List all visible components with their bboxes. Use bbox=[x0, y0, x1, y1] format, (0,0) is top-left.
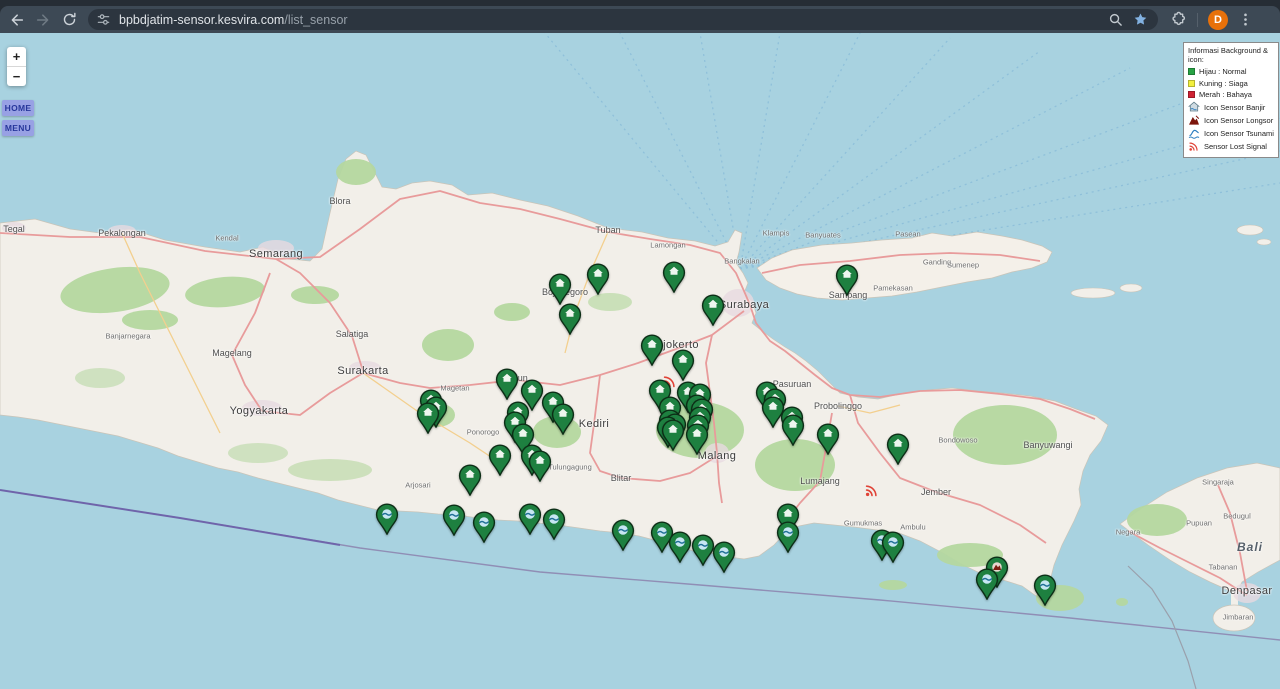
back-button[interactable] bbox=[4, 7, 30, 33]
small-islands bbox=[1071, 225, 1271, 298]
sensor-marker-tsunami[interactable] bbox=[442, 504, 466, 536]
sensor-marker-banjir[interactable] bbox=[458, 464, 482, 496]
zoom-in-button[interactable]: + bbox=[7, 47, 26, 66]
tsunami-icon bbox=[1188, 127, 1200, 139]
map-zoom-control: + − bbox=[7, 47, 26, 86]
longsor-icon bbox=[1188, 114, 1200, 126]
sensor-lost-signal-marker[interactable] bbox=[864, 482, 880, 498]
sensor-marker-tsunami[interactable] bbox=[975, 568, 999, 600]
sensor-marker-tsunami[interactable] bbox=[881, 531, 905, 563]
sensor-marker-banjir[interactable] bbox=[816, 423, 840, 455]
lost-signal-icon bbox=[1188, 140, 1200, 152]
sensor-marker-tsunami[interactable] bbox=[375, 503, 399, 535]
legend-title: Informasi Background & icon: bbox=[1188, 46, 1274, 64]
legend-icon-item: Icon Sensor Tsunami bbox=[1188, 127, 1274, 140]
back-icon bbox=[9, 12, 25, 28]
legend-panel: Informasi Background & icon: Hijau : Nor… bbox=[1183, 42, 1279, 158]
legend-color-swatch bbox=[1188, 91, 1195, 98]
legend-status-item: Hijau : Normal bbox=[1188, 66, 1274, 78]
legend-color-swatch bbox=[1188, 80, 1195, 87]
zoom-out-button[interactable]: − bbox=[7, 67, 26, 86]
bukit-peninsula bbox=[1213, 605, 1255, 631]
url-path: /list_sensor bbox=[284, 13, 347, 27]
sensor-marker-banjir[interactable] bbox=[416, 402, 440, 434]
extensions-icon[interactable] bbox=[1170, 11, 1187, 28]
legend-icon-item: Icon Sensor Banjir bbox=[1188, 101, 1274, 114]
address-bar[interactable]: bpbdjatim-sensor.kesvira.com/list_sensor bbox=[88, 9, 1158, 30]
legend-item-label: Hijau : Normal bbox=[1199, 67, 1247, 76]
sensor-marker-banjir[interactable] bbox=[835, 264, 859, 296]
sensor-marker-banjir[interactable] bbox=[528, 450, 552, 482]
sensor-marker-banjir[interactable] bbox=[488, 444, 512, 476]
ferry-routes bbox=[545, 33, 1280, 269]
legend-item-label: Kuning : Siaga bbox=[1199, 79, 1248, 88]
map-canvas[interactable]: TegalPekalonganKendalSemarangBloraSalati… bbox=[0, 33, 1280, 689]
profile-avatar[interactable]: D bbox=[1208, 10, 1228, 30]
legend-icon-list: Icon Sensor Banjir Icon Sensor Longsor Ico… bbox=[1188, 101, 1274, 153]
legend-color-swatch bbox=[1188, 68, 1195, 75]
sensor-marker-banjir[interactable] bbox=[586, 263, 610, 295]
legend-item-label: Merah : Bahaya bbox=[1199, 90, 1252, 99]
legend-status-item: Merah : Bahaya bbox=[1188, 89, 1274, 101]
legend-item-label: Icon Sensor Banjir bbox=[1204, 103, 1265, 112]
sensor-marker-banjir[interactable] bbox=[661, 419, 685, 451]
home-button[interactable]: HOME bbox=[2, 100, 34, 116]
reload-icon bbox=[62, 12, 77, 27]
browser-toolbar: bpbdjatim-sensor.kesvira.com/list_sensor… bbox=[0, 6, 1280, 33]
menu-kebab-icon[interactable] bbox=[1238, 12, 1253, 27]
sensor-marker-banjir[interactable] bbox=[548, 273, 572, 305]
sensor-marker-tsunami[interactable] bbox=[611, 519, 635, 551]
sensor-marker-banjir[interactable] bbox=[662, 261, 686, 293]
url-text: bpbdjatim-sensor.kesvira.com/list_sensor bbox=[119, 13, 1108, 27]
sensor-marker-tsunami[interactable] bbox=[1033, 574, 1057, 606]
legend-item-label: Sensor Lost Signal bbox=[1204, 142, 1267, 151]
madura-island bbox=[757, 232, 1052, 300]
site-info-icon[interactable] bbox=[96, 12, 111, 27]
sensor-marker-tsunami[interactable] bbox=[472, 511, 496, 543]
reload-button[interactable] bbox=[56, 7, 82, 33]
bookmark-star-icon[interactable] bbox=[1133, 12, 1148, 27]
sensor-marker-tsunami[interactable] bbox=[518, 503, 542, 535]
forward-icon bbox=[35, 12, 51, 28]
legend-icon-item: Sensor Lost Signal bbox=[1188, 140, 1274, 153]
sensor-marker-banjir[interactable] bbox=[551, 403, 575, 435]
sensor-marker-tsunami[interactable] bbox=[668, 531, 692, 563]
banjir-icon bbox=[1188, 101, 1200, 113]
legend-status-item: Kuning : Siaga bbox=[1188, 78, 1274, 90]
menu-button[interactable]: MENU bbox=[2, 120, 34, 136]
sensor-marker-tsunami[interactable] bbox=[776, 521, 800, 553]
legend-status-list: Hijau : Normal Kuning : Siaga Merah : Baha… bbox=[1188, 66, 1274, 101]
sensor-marker-banjir[interactable] bbox=[886, 433, 910, 465]
forward-button[interactable] bbox=[30, 7, 56, 33]
sensor-marker-banjir[interactable] bbox=[640, 334, 664, 366]
sensor-marker-tsunami[interactable] bbox=[542, 508, 566, 540]
sensor-marker-tsunami[interactable] bbox=[712, 541, 736, 573]
sensor-marker-banjir[interactable] bbox=[701, 294, 725, 326]
search-icon[interactable] bbox=[1108, 12, 1123, 27]
sensor-marker-banjir[interactable] bbox=[685, 423, 709, 455]
url-host: bpbdjatim-sensor.kesvira.com bbox=[119, 13, 284, 27]
sensor-marker-banjir[interactable] bbox=[495, 368, 519, 400]
sensor-marker-banjir[interactable] bbox=[781, 414, 805, 446]
legend-item-label: Icon Sensor Longsor bbox=[1204, 116, 1273, 125]
legend-item-label: Icon Sensor Tsunami bbox=[1204, 129, 1274, 138]
legend-icon-item: Icon Sensor Longsor bbox=[1188, 114, 1274, 127]
sensor-marker-banjir[interactable] bbox=[558, 303, 582, 335]
toolbar-separator bbox=[1197, 13, 1198, 27]
